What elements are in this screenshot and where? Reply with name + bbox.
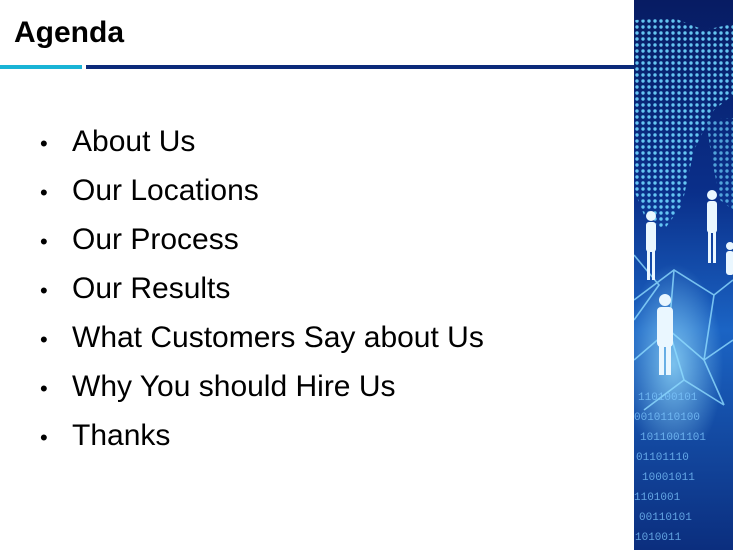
agenda-item-label: Why You should Hire Us bbox=[72, 370, 396, 403]
bullet-icon: • bbox=[40, 229, 48, 254]
svg-text:01101110: 01101110 bbox=[636, 452, 689, 464]
title-divider-rule bbox=[86, 65, 634, 69]
agenda-item-customers-say: • What Customers Say about Us bbox=[40, 314, 484, 363]
agenda-item-label: About Us bbox=[72, 125, 196, 158]
agenda-list: • About Us • Our Locations • Our Process… bbox=[40, 118, 484, 461]
agenda-item-label: Thanks bbox=[72, 419, 171, 452]
svg-text:10001011: 10001011 bbox=[642, 472, 695, 484]
agenda-item-our-locations: • Our Locations bbox=[40, 167, 484, 216]
agenda-item-label: Our Process bbox=[72, 223, 239, 256]
svg-text:1010011: 1010011 bbox=[635, 532, 682, 544]
network-world-map-image: 110100101 0010110100 1011001101 01101110… bbox=[634, 0, 733, 550]
bullet-icon: • bbox=[40, 180, 48, 205]
agenda-item-our-process: • Our Process bbox=[40, 216, 484, 265]
title-accent-rule bbox=[0, 65, 82, 69]
agenda-item-label: What Customers Say about Us bbox=[72, 321, 484, 354]
slide: Agenda • About Us • Our Locations • Our … bbox=[0, 0, 733, 550]
agenda-item-about-us: • About Us bbox=[40, 118, 484, 167]
svg-text:1011001101: 1011001101 bbox=[640, 432, 706, 444]
svg-text:110100101: 110100101 bbox=[638, 392, 698, 404]
svg-text:1101001: 1101001 bbox=[634, 492, 681, 504]
agenda-item-thanks: • Thanks bbox=[40, 412, 484, 461]
agenda-item-label: Our Locations bbox=[72, 174, 259, 207]
slide-title: Agenda bbox=[14, 16, 125, 49]
bullet-icon: • bbox=[40, 131, 48, 156]
svg-text:0010110100: 0010110100 bbox=[634, 412, 700, 424]
bullet-icon: • bbox=[40, 278, 48, 303]
bullet-icon: • bbox=[40, 327, 48, 352]
agenda-item-our-results: • Our Results bbox=[40, 265, 484, 314]
bullet-icon: • bbox=[40, 376, 48, 401]
svg-text:00110101: 00110101 bbox=[639, 512, 692, 524]
agenda-item-label: Our Results bbox=[72, 272, 231, 305]
bullet-icon: • bbox=[40, 425, 48, 450]
agenda-item-why-hire-us: • Why You should Hire Us bbox=[40, 363, 484, 412]
